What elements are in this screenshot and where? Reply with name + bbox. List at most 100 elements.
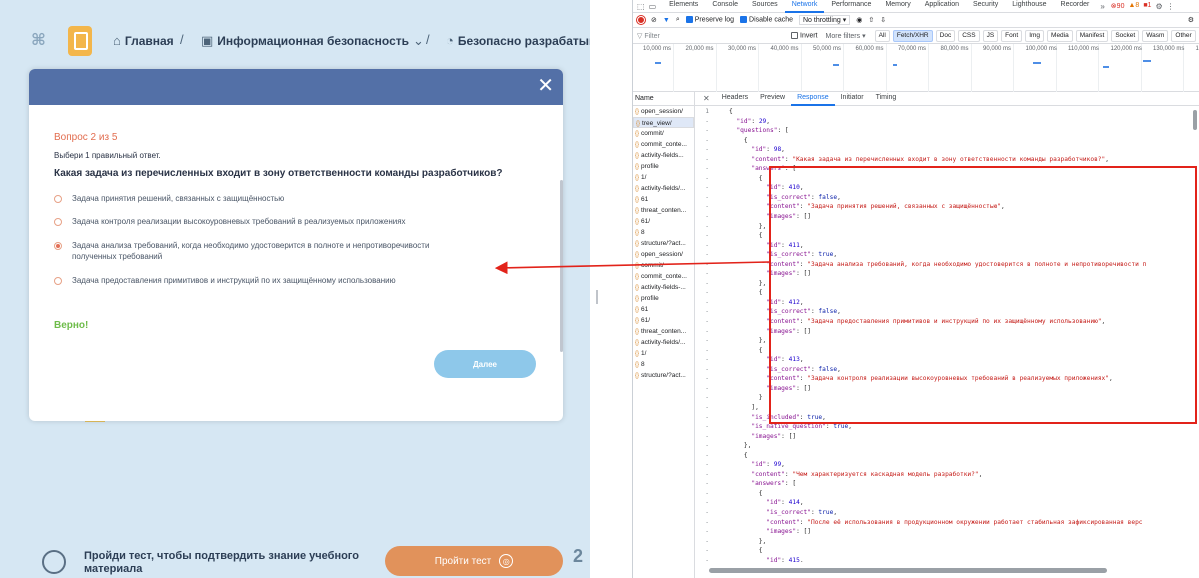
close-icon[interactable]: ✕: [537, 74, 554, 98]
request-row[interactable]: {} 1/: [633, 172, 694, 183]
fold-gutter[interactable]: [715, 527, 729, 537]
fold-gutter[interactable]: [715, 327, 729, 337]
breadcrumb-course[interactable]: ◔ Безопасно разрабатыв: [446, 33, 590, 48]
devtools-tab-elements[interactable]: Elements: [662, 0, 705, 13]
request-row[interactable]: {} activity-fields...: [633, 150, 694, 161]
fold-gutter[interactable]: [715, 355, 729, 365]
devtools-tab-console[interactable]: Console: [705, 0, 745, 13]
answer-option[interactable]: Задача предоставления примитивов и инстр…: [54, 275, 524, 286]
chevron-down-icon[interactable]: ⌄: [413, 33, 424, 49]
filter-type-other[interactable]: Other: [1171, 30, 1196, 42]
detail-tab-preview[interactable]: Preview: [754, 91, 791, 106]
fold-gutter[interactable]: [715, 470, 729, 480]
request-row[interactable]: {} activity-fields/...: [633, 183, 694, 194]
fold-gutter[interactable]: [715, 422, 729, 432]
fold-gutter[interactable]: [715, 212, 729, 222]
devtools-tab-security[interactable]: Security: [966, 0, 1005, 13]
request-row[interactable]: {} 8: [633, 227, 694, 238]
answer-option-selected[interactable]: Задача анализа требований, когда необход…: [54, 240, 524, 262]
fold-gutter[interactable]: [715, 307, 729, 317]
filter-input[interactable]: ▽ Filter: [637, 32, 787, 40]
disable-cache-checkbox[interactable]: Disable cache: [740, 16, 793, 24]
request-row[interactable]: {} open_session/: [633, 106, 694, 117]
fold-gutter[interactable]: [715, 556, 729, 562]
fold-gutter[interactable]: [715, 489, 729, 499]
fold-gutter[interactable]: [715, 279, 729, 289]
fold-gutter[interactable]: [715, 460, 729, 470]
fold-gutter[interactable]: [715, 508, 729, 518]
fold-gutter[interactable]: [715, 231, 729, 241]
filter-type-css[interactable]: CSS: [958, 30, 980, 42]
download-icon[interactable]: ⇩: [880, 16, 886, 24]
request-row[interactable]: {} commit/: [633, 260, 694, 271]
issue-counters[interactable]: ⊗90 ▲8 ■1: [1111, 2, 1152, 10]
scrollbar-thumb[interactable]: [1193, 110, 1197, 130]
request-row[interactable]: {} activity-fields-...: [633, 282, 694, 293]
filter-type-img[interactable]: Img: [1025, 30, 1045, 42]
more-options-icon[interactable]: ⋮: [1167, 2, 1175, 11]
clear-icon[interactable]: ⊘: [651, 16, 657, 24]
fold-gutter[interactable]: [715, 269, 729, 279]
record-icon[interactable]: [637, 16, 645, 24]
fold-gutter[interactable]: [715, 384, 729, 394]
fold-gutter[interactable]: [715, 451, 729, 461]
breadcrumb-home[interactable]: ⌂ Главная: [113, 33, 174, 48]
filter-type-manifest[interactable]: Manifest: [1075, 30, 1109, 42]
radio-button-checked[interactable]: [54, 242, 62, 250]
fold-gutter[interactable]: [715, 117, 729, 127]
fold-gutter[interactable]: [715, 126, 729, 136]
detail-tab-headers[interactable]: Headers: [716, 91, 754, 106]
fold-gutter[interactable]: [715, 336, 729, 346]
request-row[interactable]: {} profile: [633, 293, 694, 304]
fold-gutter[interactable]: [715, 298, 729, 308]
upload-icon[interactable]: ⇧: [868, 16, 874, 24]
breadcrumb-infosec[interactable]: ▣ Информационная безопасность ⌄: [201, 33, 424, 49]
request-row[interactable]: {} open_session/: [633, 249, 694, 260]
request-row[interactable]: {} 61: [633, 194, 694, 205]
fold-gutter[interactable]: [715, 107, 729, 117]
inspect-icon[interactable]: ⬚: [637, 2, 645, 11]
checkbox-checked[interactable]: [740, 16, 748, 24]
filter-type-doc[interactable]: Doc: [935, 30, 956, 42]
fold-gutter[interactable]: [715, 174, 729, 184]
modal-scrollbar[interactable]: [560, 180, 563, 352]
request-row[interactable]: {} structure/?act...: [633, 370, 694, 381]
answer-option[interactable]: Задача принятия решений, связанных с защ…: [54, 193, 524, 204]
request-row[interactable]: {} threat_conten...: [633, 205, 694, 216]
fold-gutter[interactable]: [715, 413, 729, 423]
horizontal-scrollbar[interactable]: [705, 566, 1199, 574]
fold-gutter[interactable]: [715, 498, 729, 508]
fold-gutter[interactable]: [715, 222, 729, 232]
checkbox-checked[interactable]: [685, 16, 693, 24]
resize-handle[interactable]: [596, 290, 598, 304]
throttling-select[interactable]: No throttling ▾: [799, 15, 851, 25]
take-test-button[interactable]: Пройти тест ◎: [385, 546, 563, 576]
more-tabs-icon[interactable]: »: [1100, 2, 1104, 11]
request-row[interactable]: {} tree_view/: [633, 117, 694, 128]
settings-icon[interactable]: ⚙: [1155, 2, 1162, 11]
devtools-tab-recorder[interactable]: Recorder: [1054, 0, 1097, 13]
request-row[interactable]: {} 1/: [633, 348, 694, 359]
fold-gutter[interactable]: [715, 136, 729, 146]
search-icon[interactable]: ⌕: [676, 16, 680, 24]
request-row[interactable]: {} profile: [633, 161, 694, 172]
radio-button[interactable]: [54, 277, 62, 285]
scrollbar-thumb[interactable]: [709, 568, 1107, 573]
logo-book-icon[interactable]: [68, 26, 92, 56]
fold-gutter[interactable]: [715, 202, 729, 212]
filter-type-all[interactable]: All: [874, 30, 890, 42]
request-row[interactable]: {} 8: [633, 359, 694, 370]
invert-checkbox[interactable]: Invert: [791, 32, 818, 40]
request-row[interactable]: {} commit_conte...: [633, 139, 694, 150]
device-toggle-icon[interactable]: ▭: [649, 2, 657, 11]
network-settings-icon[interactable]: ⚙: [1188, 16, 1194, 24]
next-button[interactable]: Далее: [434, 350, 536, 378]
filter-type-media[interactable]: Media: [1047, 30, 1073, 42]
fold-gutter[interactable]: [715, 365, 729, 375]
fold-gutter[interactable]: [715, 346, 729, 356]
fold-gutter[interactable]: [715, 164, 729, 174]
radio-button[interactable]: [54, 218, 62, 226]
answer-option[interactable]: Задача контроля реализации высокоуровнев…: [54, 216, 524, 227]
fold-gutter[interactable]: [715, 393, 729, 403]
fold-gutter[interactable]: [715, 250, 729, 260]
